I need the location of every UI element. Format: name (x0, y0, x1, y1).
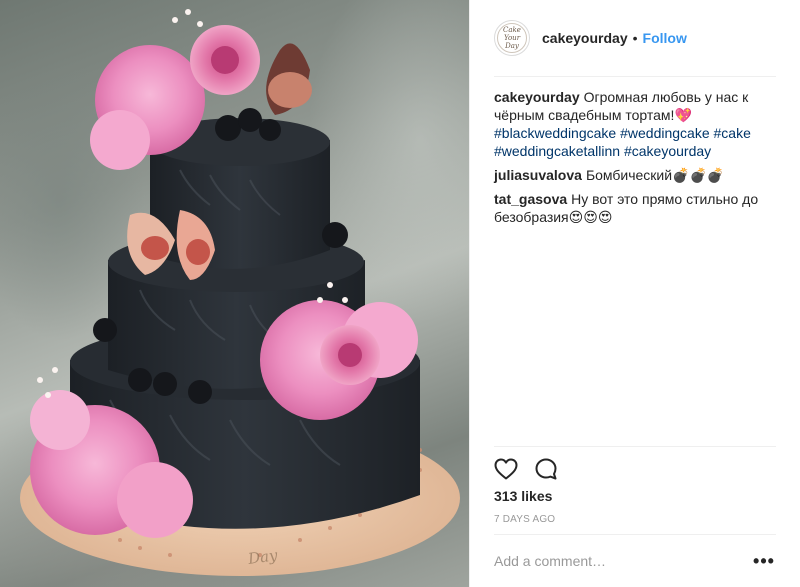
comment-item: tat_gasova Ну вот это прямо стильно до бе… (494, 190, 777, 226)
comment-username[interactable]: cakeyourday (494, 89, 580, 105)
comment-button[interactable] (534, 457, 558, 481)
comment-box-divider (494, 534, 776, 535)
follow-button[interactable]: Follow (643, 30, 687, 46)
add-comment-form: ••• (494, 544, 776, 578)
hashtag-link[interactable]: #cake (714, 125, 751, 141)
cake-illustration (20, 9, 460, 576)
hashtag-link[interactable]: #weddingcaketallinn (494, 143, 620, 159)
post-image[interactable]: Day (0, 0, 469, 587)
header-divider (494, 76, 776, 77)
post-header: Cake Your Day cakeyourday • Follow (470, 0, 800, 76)
heart-outline-icon (494, 458, 518, 480)
comments-list: cakeyourday Огромная любовь у нас к чёрны… (494, 88, 777, 232)
hashtag-link[interactable]: #blackweddingcake (494, 125, 616, 141)
more-options-button[interactable]: ••• (752, 549, 776, 573)
avatar-logo: Cake Your Day (497, 23, 527, 53)
like-button[interactable] (494, 457, 518, 481)
comment-username[interactable]: tat_gasova (494, 191, 567, 207)
hashtag-link[interactable]: #cakeyourday (624, 143, 711, 159)
comment-item: juliasuvalova Бомбический💣💣💣 (494, 166, 777, 184)
header-separator-dot: • (632, 30, 638, 46)
post-timestamp: 7 DAYS AGO (494, 514, 556, 525)
actions-divider (494, 446, 776, 447)
avatar[interactable]: Cake Your Day (494, 20, 530, 56)
author-username[interactable]: cakeyourday (542, 30, 628, 46)
comment-username[interactable]: juliasuvalova (494, 167, 582, 183)
caption-comment: cakeyourday Огромная любовь у нас к чёрны… (494, 88, 777, 160)
add-comment-input[interactable] (494, 553, 752, 569)
hashtag-link[interactable]: #weddingcake (620, 125, 710, 141)
post-actions (494, 456, 574, 482)
speech-bubble-icon (535, 458, 557, 480)
likes-count[interactable]: 313 likes (494, 488, 552, 504)
ellipsis-icon: ••• (753, 550, 775, 571)
instagram-post: Day Cake Your Day cakeyourday • Follow c… (0, 0, 800, 587)
comment-text: Бомбический💣💣💣 (585, 167, 725, 183)
post-side-panel: Cake Your Day cakeyourday • Follow cakey… (469, 0, 800, 587)
